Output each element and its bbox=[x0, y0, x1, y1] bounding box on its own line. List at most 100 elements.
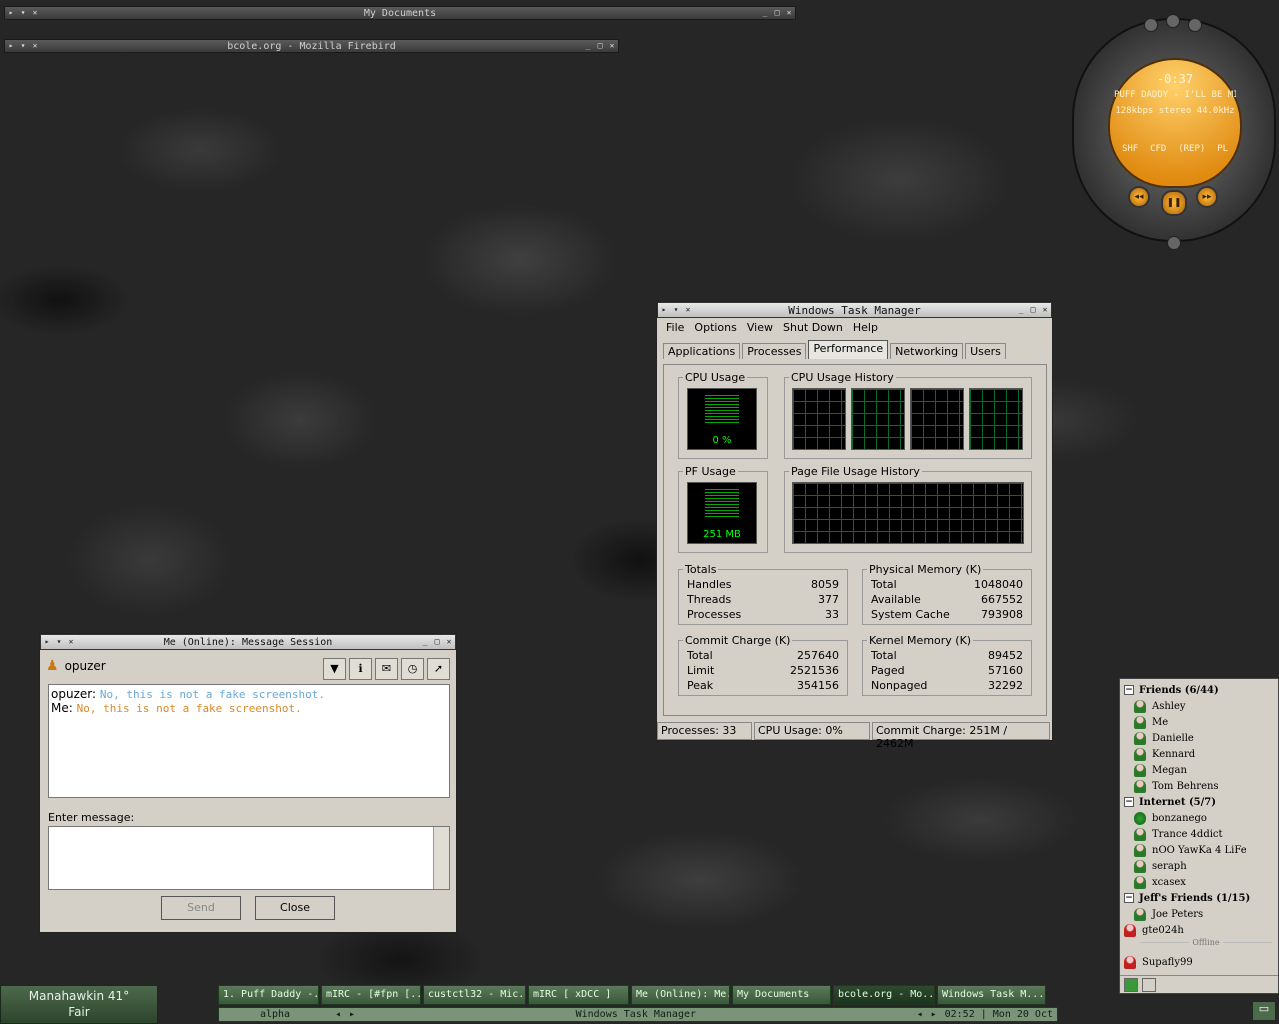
minimize-icon[interactable]: _ bbox=[1015, 304, 1027, 316]
buddy-item[interactable]: Kennard bbox=[1134, 746, 1195, 762]
buddy-icon bbox=[1124, 923, 1136, 937]
buddy-item[interactable]: Joe Peters bbox=[1134, 906, 1203, 922]
player-knob-icon[interactable] bbox=[1144, 18, 1158, 32]
menu-help[interactable]: Help bbox=[848, 321, 883, 334]
buddy-icon bbox=[1134, 763, 1146, 777]
message-input[interactable] bbox=[48, 826, 450, 890]
shade-icon[interactable]: ▾ bbox=[670, 304, 682, 316]
status-commit: Commit Charge: 251M / 2462M bbox=[872, 722, 1050, 750]
scrollbar[interactable] bbox=[433, 827, 449, 889]
buddy-item[interactable]: gte024h bbox=[1124, 922, 1184, 938]
menu-view[interactable]: View bbox=[742, 321, 778, 334]
group-friends[interactable]: − Friends (6/44) bbox=[1124, 682, 1219, 698]
window-menu-icon[interactable]: ▸ bbox=[5, 7, 17, 19]
close-icon[interactable]: ✕ bbox=[682, 304, 694, 316]
message-session-titlebar[interactable]: ▸ ▾ ✕ Me (Online): Message Session _ □ ✕ bbox=[40, 634, 456, 650]
tab-applications[interactable]: Applications bbox=[663, 343, 741, 359]
minimize-icon[interactable]: _ bbox=[419, 636, 431, 648]
group-label: Commit Charge (K) bbox=[685, 634, 791, 647]
buddy-item[interactable]: nOO YawKa 4 LiFe bbox=[1134, 842, 1247, 858]
buddy-item[interactable]: seraph bbox=[1134, 858, 1187, 874]
shade-icon[interactable]: ▾ bbox=[17, 40, 29, 52]
task-button[interactable]: mIRC [ xDCC ] bbox=[528, 985, 629, 1005]
send-file-icon[interactable]: ➚ bbox=[427, 658, 450, 680]
buddy-item[interactable]: Danielle bbox=[1134, 730, 1194, 746]
player-knob-icon[interactable] bbox=[1166, 14, 1180, 28]
shuffle-toggle[interactable]: SHF bbox=[1122, 144, 1138, 154]
history-clock-icon[interactable]: ◷ bbox=[401, 658, 424, 680]
task-button[interactable]: Windows Task M... bbox=[937, 985, 1046, 1005]
close-button[interactable]: Close bbox=[255, 896, 335, 920]
shade-icon[interactable]: ▾ bbox=[17, 7, 29, 19]
dropdown-icon[interactable]: ▼ bbox=[323, 658, 346, 680]
window-menu-icon[interactable]: ▸ bbox=[41, 636, 53, 648]
task-button[interactable]: mIRC - [#fpn [... bbox=[321, 985, 421, 1005]
buddy-item[interactable]: Tom Behrens bbox=[1134, 778, 1219, 794]
prev-icon[interactable]: ◂ bbox=[913, 1009, 927, 1020]
pause-icon[interactable]: ❚❚ bbox=[1161, 190, 1187, 216]
repeat-toggle[interactable]: (REP) bbox=[1178, 144, 1205, 154]
next-icon[interactable]: ▸ bbox=[927, 1009, 941, 1020]
task-button[interactable]: custctl32 - Mic... bbox=[423, 985, 526, 1005]
eject-icon[interactable] bbox=[1167, 236, 1181, 250]
close-icon[interactable]: ✕ bbox=[65, 636, 77, 648]
task-button[interactable]: My Documents bbox=[732, 985, 831, 1005]
desktop-name[interactable]: alpha bbox=[219, 1009, 331, 1020]
address-book-icon[interactable]: ✉ bbox=[375, 658, 398, 680]
close-icon[interactable]: ✕ bbox=[783, 7, 795, 19]
group-jeffs-friends[interactable]: − Jeff's Friends (1/15) bbox=[1124, 890, 1250, 906]
maximize-icon[interactable]: □ bbox=[431, 636, 443, 648]
task-button-active[interactable]: bcole.org - Mo... bbox=[833, 985, 935, 1005]
next-icon[interactable]: ▸▸ bbox=[1196, 186, 1218, 208]
window-menu-icon[interactable]: ▸ bbox=[5, 40, 17, 52]
task-button[interactable]: 1. Puff Daddy -... bbox=[218, 985, 319, 1005]
firebird-window-shaded[interactable]: ▸ ▾ ✕ bcole.org - Mozilla Firebird _ □ ✕ bbox=[4, 39, 619, 53]
window-list-icon[interactable]: ▭ bbox=[1252, 1001, 1276, 1021]
close-icon[interactable]: ✕ bbox=[1039, 304, 1051, 316]
buddy-item[interactable]: Ashley bbox=[1134, 698, 1186, 714]
prev-desktop-icon[interactable]: ◂ bbox=[331, 1009, 345, 1020]
tab-users[interactable]: Users bbox=[965, 343, 1006, 359]
task-button[interactable]: Me (Online): Me... bbox=[631, 985, 730, 1005]
next-desktop-icon[interactable]: ▸ bbox=[345, 1009, 359, 1020]
add-buddy-icon[interactable] bbox=[1142, 978, 1156, 992]
menu-shut-down[interactable]: Shut Down bbox=[778, 321, 848, 334]
close-icon[interactable]: ✕ bbox=[29, 40, 41, 52]
buddy-item[interactable]: xcasex bbox=[1134, 874, 1186, 890]
minimize-icon[interactable]: _ bbox=[582, 40, 594, 52]
menu-options[interactable]: Options bbox=[689, 321, 741, 334]
buddy-item[interactable]: Me bbox=[1134, 714, 1168, 730]
tab-networking[interactable]: Networking bbox=[890, 343, 964, 359]
kernel-row: Paged 57160 bbox=[871, 664, 1023, 677]
info-icon[interactable]: ℹ bbox=[349, 658, 372, 680]
weather-widget[interactable]: Manahawkin 41° Fair bbox=[0, 985, 158, 1024]
buddy-item[interactable]: bonzanego bbox=[1134, 810, 1207, 826]
buddy-item-offline[interactable]: Supafly99 bbox=[1124, 954, 1193, 970]
group-label: Kernel Memory (K) bbox=[869, 634, 972, 647]
window-menu-icon[interactable]: ▸ bbox=[658, 304, 670, 316]
send-button[interactable]: Send bbox=[161, 896, 241, 920]
my-documents-window-shaded[interactable]: ▸ ▾ ✕ My Documents _ □ ✕ bbox=[4, 6, 796, 20]
maximize-icon[interactable]: □ bbox=[594, 40, 606, 52]
maximize-icon[interactable]: □ bbox=[1027, 304, 1039, 316]
tab-performance[interactable]: Performance bbox=[808, 340, 889, 359]
buddy-item[interactable]: Trance 4ddict bbox=[1134, 826, 1223, 842]
player-knob-icon[interactable] bbox=[1188, 18, 1202, 32]
maximize-icon[interactable]: □ bbox=[771, 7, 783, 19]
task-manager-titlebar[interactable]: ▸ ▾ ✕ Windows Task Manager _ □ ✕ bbox=[657, 302, 1052, 318]
menu-file[interactable]: File bbox=[661, 321, 689, 334]
flower-icon[interactable] bbox=[1124, 978, 1138, 992]
kernel-memory-list: Total 89452 Paged 57160 Nonpaged 32292 bbox=[871, 649, 1023, 694]
minimize-icon[interactable]: _ bbox=[759, 7, 771, 19]
shade-icon[interactable]: ▾ bbox=[53, 636, 65, 648]
tab-processes[interactable]: Processes bbox=[742, 343, 807, 359]
crossfade-toggle[interactable]: CFD bbox=[1150, 144, 1166, 154]
playlist-toggle[interactable]: PL bbox=[1217, 144, 1228, 154]
previous-icon[interactable]: ◂◂ bbox=[1128, 186, 1150, 208]
buddy-item[interactable]: Megan bbox=[1134, 762, 1187, 778]
group-internet[interactable]: − Internet (5/7) bbox=[1124, 794, 1216, 810]
pf-history-group: Page File Usage History bbox=[784, 465, 1032, 553]
close-icon[interactable]: ✕ bbox=[443, 636, 455, 648]
close-icon[interactable]: ✕ bbox=[29, 7, 41, 19]
close-icon[interactable]: ✕ bbox=[606, 40, 618, 52]
